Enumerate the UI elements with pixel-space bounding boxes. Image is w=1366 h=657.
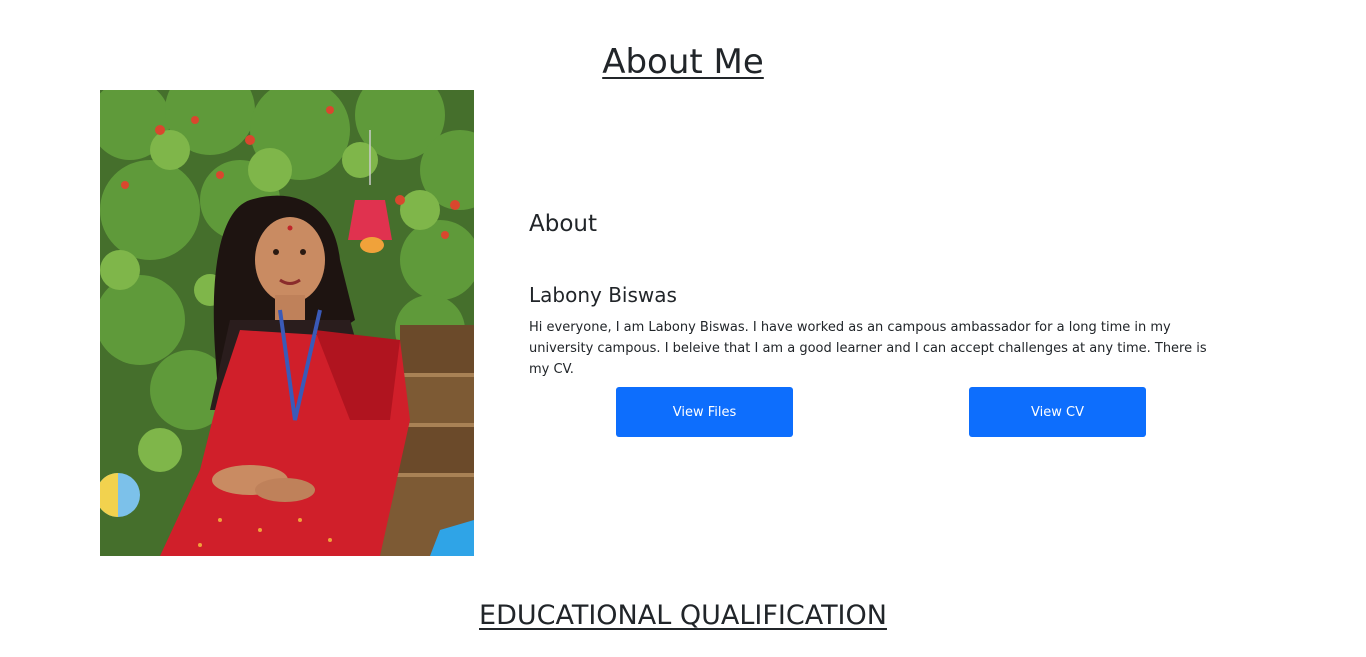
bio-text: Hi everyone, I am Labony Biswas. I have … xyxy=(529,320,1207,377)
about-me-heading: About Me xyxy=(602,42,764,82)
view-files-button[interactable]: View Files xyxy=(616,387,793,437)
view-cv-button[interactable]: View CV xyxy=(969,387,1146,437)
page: About Me About Labony Biswas Hi everyone… xyxy=(0,0,1366,657)
person-name: Labony Biswas xyxy=(529,283,677,307)
educational-qualification-heading: EDUCATIONAL QUALIFICATION xyxy=(479,600,887,631)
profile-photo xyxy=(100,90,474,556)
about-subheading: About xyxy=(529,211,598,237)
